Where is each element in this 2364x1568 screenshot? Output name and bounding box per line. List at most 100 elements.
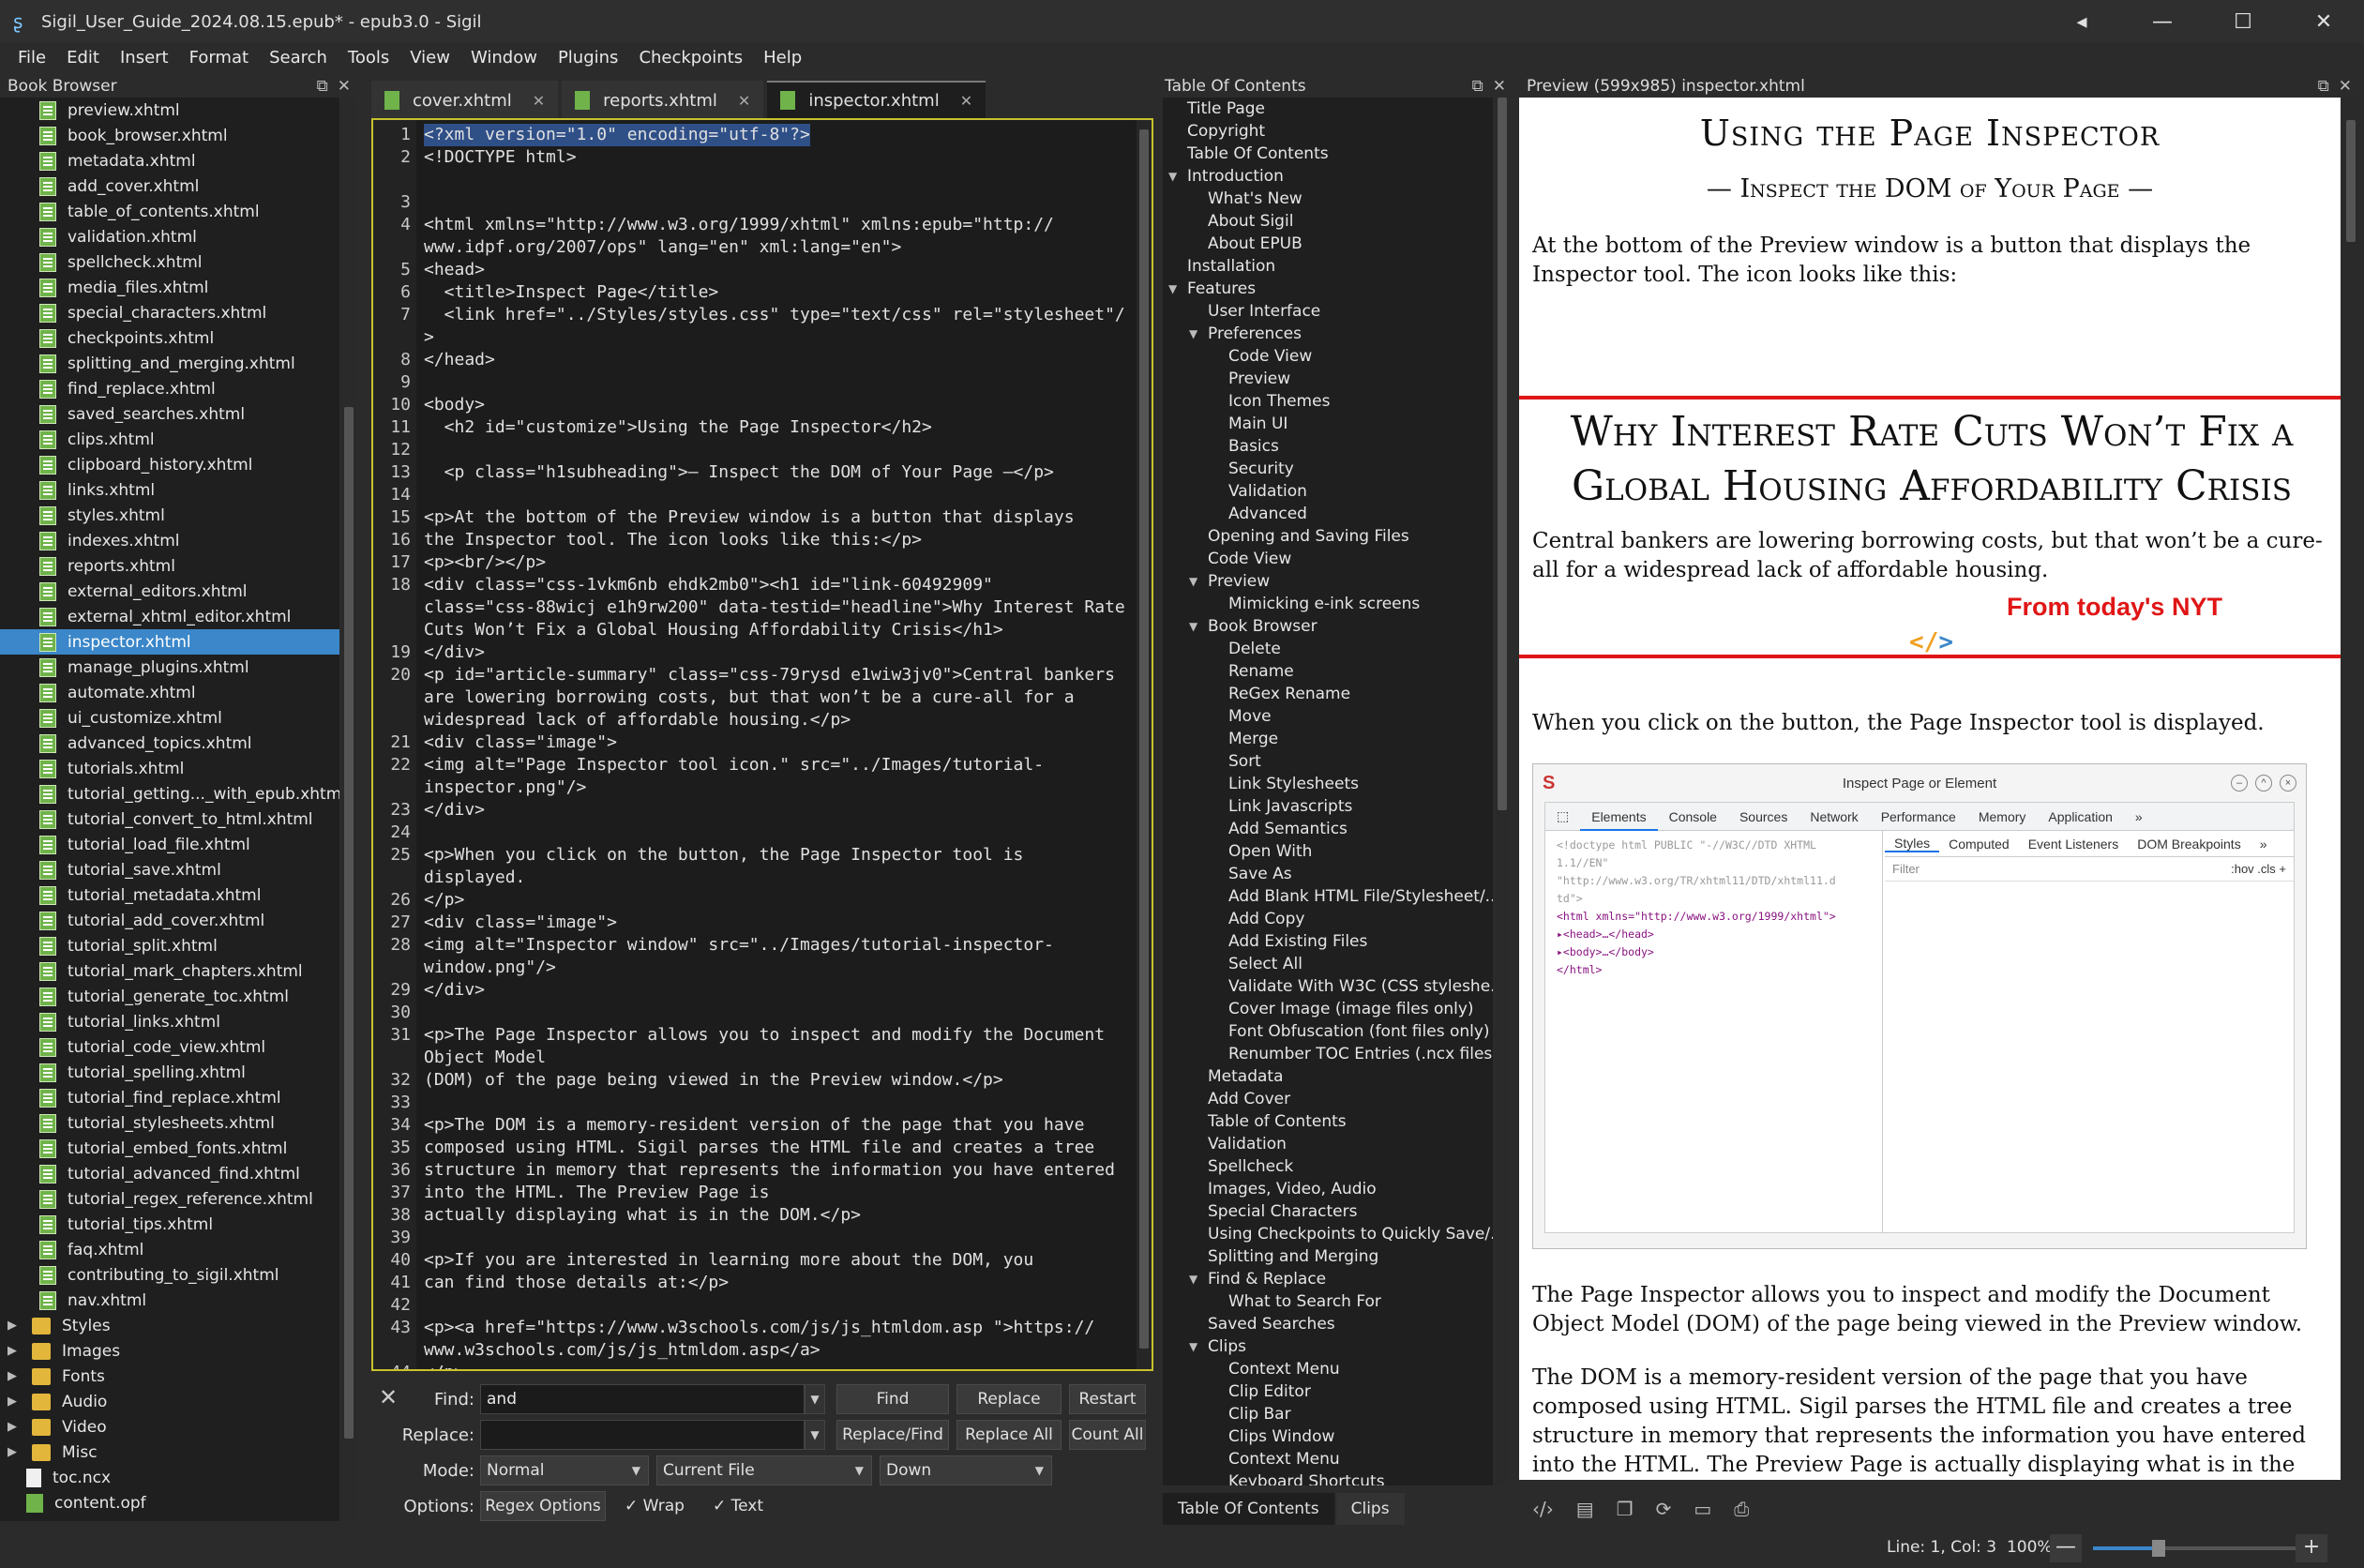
toc-item[interactable]: Renumber TOC Entries (.ncx files... — [1163, 1043, 1493, 1065]
toc-item[interactable]: Mimicking e-ink screens — [1163, 593, 1493, 615]
toc-item[interactable]: Add Blank HTML File/Stylesheet/... — [1163, 885, 1493, 908]
menu-insert[interactable]: Insert — [110, 48, 179, 68]
file-item[interactable]: book_browser.xhtml — [0, 123, 339, 148]
file-item[interactable]: table_of_contents.xhtml — [0, 199, 339, 224]
toc-item[interactable]: Main UI — [1163, 413, 1493, 435]
editor-tab[interactable]: reports.xhtml ✕ — [562, 81, 764, 118]
toc-item[interactable]: ReGex Rename — [1163, 683, 1493, 705]
preview-pane[interactable]: Using the Page Inspector — Inspect the D… — [1519, 98, 2341, 1480]
zoom-slider-handle[interactable] — [2151, 1540, 2165, 1557]
file-item[interactable]: tutorial_split.xhtml — [0, 933, 339, 958]
toc-item[interactable]: Add Existing Files — [1163, 930, 1493, 953]
toc-item[interactable]: What to Search For — [1163, 1290, 1493, 1313]
toc-item[interactable]: Select All — [1163, 953, 1493, 975]
toc-item[interactable]: Metadata — [1163, 1065, 1493, 1088]
scope-select[interactable]: Current File ▼ — [656, 1455, 872, 1485]
file-item[interactable]: clips.xhtml — [0, 427, 339, 452]
undock-icon[interactable]: ⧉ — [2318, 77, 2329, 96]
chevron-down-icon[interactable]: ▼ — [1168, 282, 1182, 295]
close-dock-icon[interactable]: ✕ — [1493, 77, 1506, 96]
file-item[interactable]: toc.ncx — [0, 1465, 339, 1490]
replace-all-button[interactable]: Replace All — [956, 1420, 1062, 1450]
count-all-button[interactable]: Count All — [1069, 1420, 1146, 1450]
toc-item[interactable]: Installation — [1163, 255, 1493, 278]
print-icon[interactable]: ⎙ — [1734, 1498, 1749, 1520]
file-item[interactable]: reports.xhtml — [0, 553, 339, 579]
toc-item[interactable]: Splitting and Merging — [1163, 1245, 1493, 1268]
toc-item[interactable]: Code View — [1163, 548, 1493, 570]
file-item[interactable]: external_editors.xhtml — [0, 579, 339, 604]
editor-tab[interactable]: cover.xhtml ✕ — [371, 81, 559, 118]
toc-item[interactable]: Add Cover — [1163, 1088, 1493, 1110]
close-tab-icon[interactable]: ✕ — [738, 92, 750, 110]
editor-scrollbar[interactable] — [1137, 120, 1152, 1369]
chevron-right-icon[interactable]: ▶ — [8, 1344, 23, 1358]
page-icon[interactable]: ▤ — [1576, 1498, 1594, 1520]
back-arrow-icon[interactable]: ◂ — [2041, 0, 2122, 43]
file-item[interactable]: tutorial_links.xhtml — [0, 1009, 339, 1034]
toc-item[interactable]: About Sigil — [1163, 210, 1493, 233]
file-item[interactable]: tutorial_convert_to_html.xhtml — [0, 807, 339, 832]
toc-item[interactable]: Sort — [1163, 750, 1493, 773]
toc-item[interactable]: What's New — [1163, 188, 1493, 210]
toc-item[interactable]: Font Obfuscation (font files only) — [1163, 1020, 1493, 1043]
code-inspector-icon[interactable]: ‹/› — [1532, 1498, 1554, 1520]
zoom-out-button[interactable]: — — [2050, 1534, 2082, 1562]
file-item[interactable]: tutorial_generate_toc.xhtml — [0, 984, 339, 1009]
toc-item[interactable]: Security — [1163, 458, 1493, 480]
file-item[interactable]: tutorial_code_view.xhtml — [0, 1034, 339, 1060]
toc-item[interactable]: Validation — [1163, 1133, 1493, 1155]
file-item[interactable]: tutorial_tips.xhtml — [0, 1212, 339, 1237]
toc-item[interactable]: Save As — [1163, 863, 1493, 885]
file-item[interactable]: special_characters.xhtml — [0, 300, 339, 325]
chevron-down-icon[interactable]: ▼ — [1189, 620, 1202, 633]
folder-item[interactable]: ▶ Misc — [0, 1440, 339, 1465]
replace-find-button[interactable]: Replace/Find — [836, 1420, 949, 1450]
file-item[interactable]: find_replace.xhtml — [0, 376, 339, 401]
toc-item[interactable]: ▼ Preview — [1163, 570, 1493, 593]
toc-item[interactable]: Clips Window — [1163, 1425, 1493, 1448]
file-item[interactable]: manage_plugins.xhtml — [0, 655, 339, 680]
file-item[interactable]: tutorial_metadata.xhtml — [0, 882, 339, 908]
close-dock-icon[interactable]: ✕ — [338, 77, 351, 96]
replace-input[interactable] — [480, 1420, 805, 1450]
file-item[interactable]: indexes.xhtml — [0, 528, 339, 553]
toc-item[interactable]: Rename — [1163, 660, 1493, 683]
mode-select[interactable]: Normal ▼ — [480, 1455, 649, 1485]
toc-item[interactable]: Table Of Contents — [1163, 143, 1493, 165]
toc-item[interactable]: About EPUB — [1163, 233, 1493, 255]
direction-select[interactable]: Down ▼ — [880, 1455, 1052, 1485]
menu-edit[interactable]: Edit — [56, 48, 110, 68]
toc-item[interactable]: Clip Bar — [1163, 1403, 1493, 1425]
menu-help[interactable]: Help — [753, 48, 812, 68]
menu-tools[interactable]: Tools — [338, 48, 399, 68]
toc-item[interactable]: Table of Contents — [1163, 1110, 1493, 1133]
inspect-icon[interactable]: ▭ — [1694, 1498, 1711, 1520]
menu-window[interactable]: Window — [460, 48, 548, 68]
tab-clips[interactable]: Clips — [1335, 1493, 1405, 1525]
toc-item[interactable]: Context Menu — [1163, 1358, 1493, 1380]
toc-item[interactable]: Merge — [1163, 728, 1493, 750]
book-browser-scrollbar[interactable] — [341, 98, 356, 1521]
toc-item[interactable]: Images, Video, Audio — [1163, 1178, 1493, 1200]
zoom-in-button[interactable]: + — [2296, 1534, 2327, 1562]
text-checkbox[interactable]: ✓ Text — [713, 1497, 763, 1515]
close-tab-icon[interactable]: ✕ — [533, 92, 545, 110]
toc-item[interactable]: Move — [1163, 705, 1493, 728]
restart-button[interactable]: Restart — [1069, 1384, 1146, 1414]
menu-search[interactable]: Search — [259, 48, 338, 68]
close-find-icon[interactable]: ✕ — [379, 1384, 398, 1410]
file-item[interactable]: tutorial_embed_fonts.xhtml — [0, 1136, 339, 1161]
file-item[interactable]: tutorial_find_replace.xhtml — [0, 1085, 339, 1110]
file-item[interactable]: clipboard_history.xhtml — [0, 452, 339, 477]
toc-item[interactable]: Cover Image (image files only) — [1163, 998, 1493, 1020]
toc-item[interactable]: ▼ Clips — [1163, 1335, 1493, 1358]
folder-item[interactable]: ▶ Styles — [0, 1313, 339, 1338]
file-item[interactable]: spellcheck.xhtml — [0, 249, 339, 275]
chevron-right-icon[interactable]: ▶ — [8, 1445, 23, 1459]
file-item[interactable]: tutorial_spelling.xhtml — [0, 1060, 339, 1085]
toc-item[interactable]: Add Semantics — [1163, 818, 1493, 840]
file-item[interactable]: saved_searches.xhtml — [0, 401, 339, 427]
chevron-right-icon[interactable]: ▶ — [8, 1395, 23, 1409]
minimize-button[interactable]: — — [2122, 0, 2203, 43]
